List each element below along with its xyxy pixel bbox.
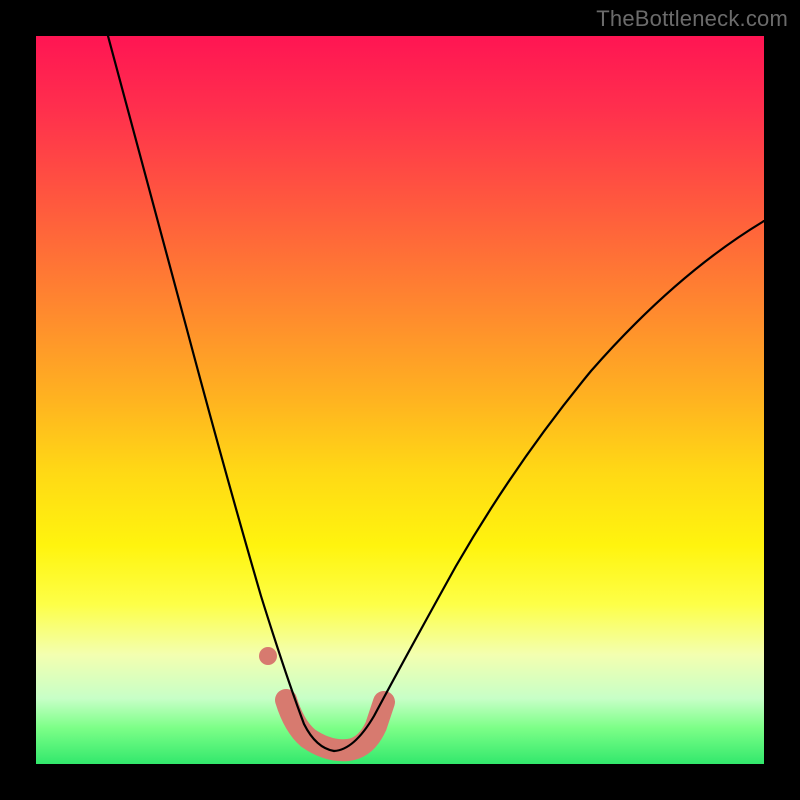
curve-right-branch [334, 221, 764, 751]
curve-left-branch [108, 36, 334, 751]
chart-svg [36, 36, 764, 764]
highlight-dot [259, 647, 277, 665]
watermark-text: TheBottleneck.com [596, 6, 788, 32]
chart-frame: TheBottleneck.com [0, 0, 800, 800]
chart-plot-area [36, 36, 764, 764]
